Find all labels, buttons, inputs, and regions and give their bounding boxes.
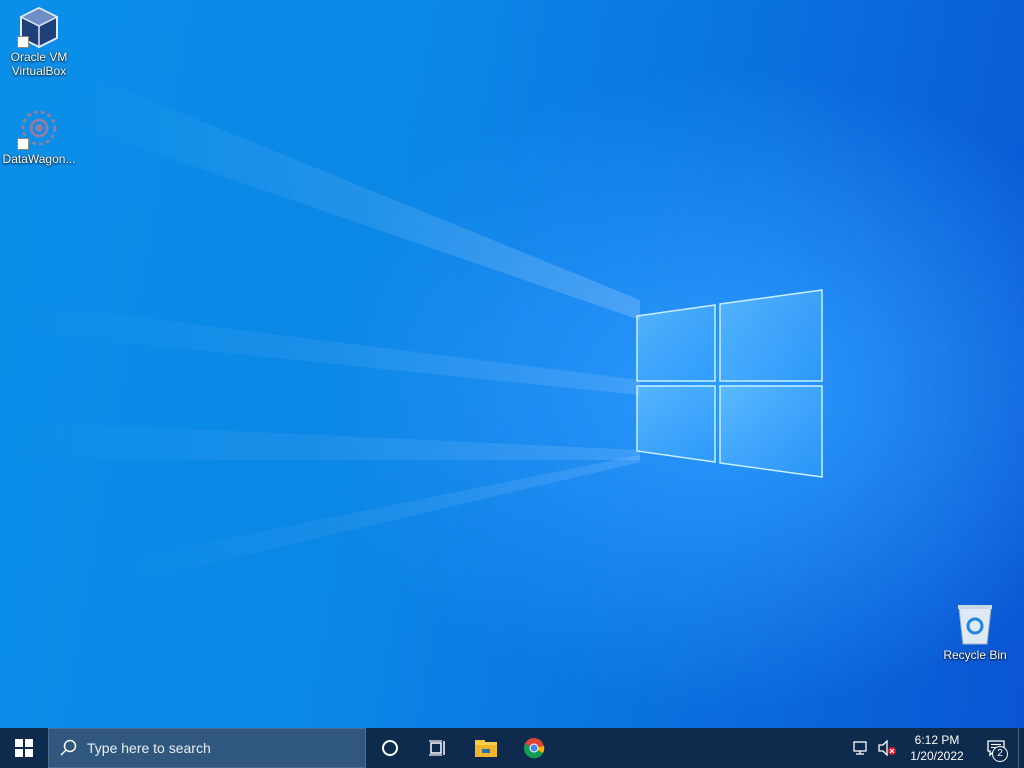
- clock-time: 6:12 PM: [914, 733, 960, 747]
- notification-count-badge: 2: [992, 746, 1008, 762]
- cortana-button[interactable]: [366, 728, 414, 768]
- volume-button[interactable]: [874, 728, 900, 768]
- network-icon: [853, 741, 867, 755]
- desktop-icon-label: DataWagon...: [2, 152, 76, 166]
- volume-muted-icon: [878, 740, 896, 756]
- virtualbox-icon: [17, 4, 61, 49]
- desktop-icon-recycle-bin[interactable]: Recycle Bin: [936, 602, 1014, 662]
- search-icon: [60, 739, 77, 756]
- desktop[interactable]: Oracle VM VirtualBox DataWagon... Recycl…: [0, 0, 1024, 728]
- windows-logo-wallpaper: [636, 289, 823, 478]
- shortcut-arrow-icon: [17, 138, 29, 150]
- taskbar-search-box[interactable]: Type here to search: [48, 728, 366, 768]
- wallpaper-light-rays: [0, 80, 640, 580]
- desktop-icon-datawagon[interactable]: DataWagon...: [0, 106, 78, 166]
- system-tray: 6:12 PM 1/20/2022 2: [848, 728, 1024, 768]
- network-button[interactable]: [848, 728, 874, 768]
- cortana-icon: [382, 740, 398, 756]
- chrome-icon: [524, 738, 545, 759]
- chrome-button[interactable]: [510, 728, 558, 768]
- desktop-icon-label: Recycle Bin: [943, 648, 1007, 662]
- file-explorer-icon: [475, 740, 497, 757]
- show-desktop-button[interactable]: [1018, 728, 1024, 768]
- start-button[interactable]: [0, 728, 48, 768]
- desktop-icon-virtualbox[interactable]: Oracle VM VirtualBox: [0, 4, 78, 78]
- datawagon-icon: [17, 106, 61, 150]
- file-explorer-button[interactable]: [462, 728, 510, 768]
- taskbar: Type here to search 6:12 PM 1/20/2022 2: [0, 728, 1024, 768]
- task-view-icon: [429, 740, 445, 756]
- clock-date: 1/20/2022: [910, 749, 964, 763]
- desktop-icon-label: Oracle VM VirtualBox: [10, 50, 68, 78]
- search-placeholder: Type here to search: [87, 740, 211, 756]
- taskbar-clock[interactable]: 6:12 PM 1/20/2022: [900, 732, 974, 764]
- recycle-bin-icon: [953, 602, 997, 646]
- windows-start-icon: [15, 739, 33, 757]
- task-view-button[interactable]: [414, 728, 462, 768]
- action-center-button[interactable]: 2: [974, 728, 1018, 768]
- shortcut-arrow-icon: [17, 36, 29, 48]
